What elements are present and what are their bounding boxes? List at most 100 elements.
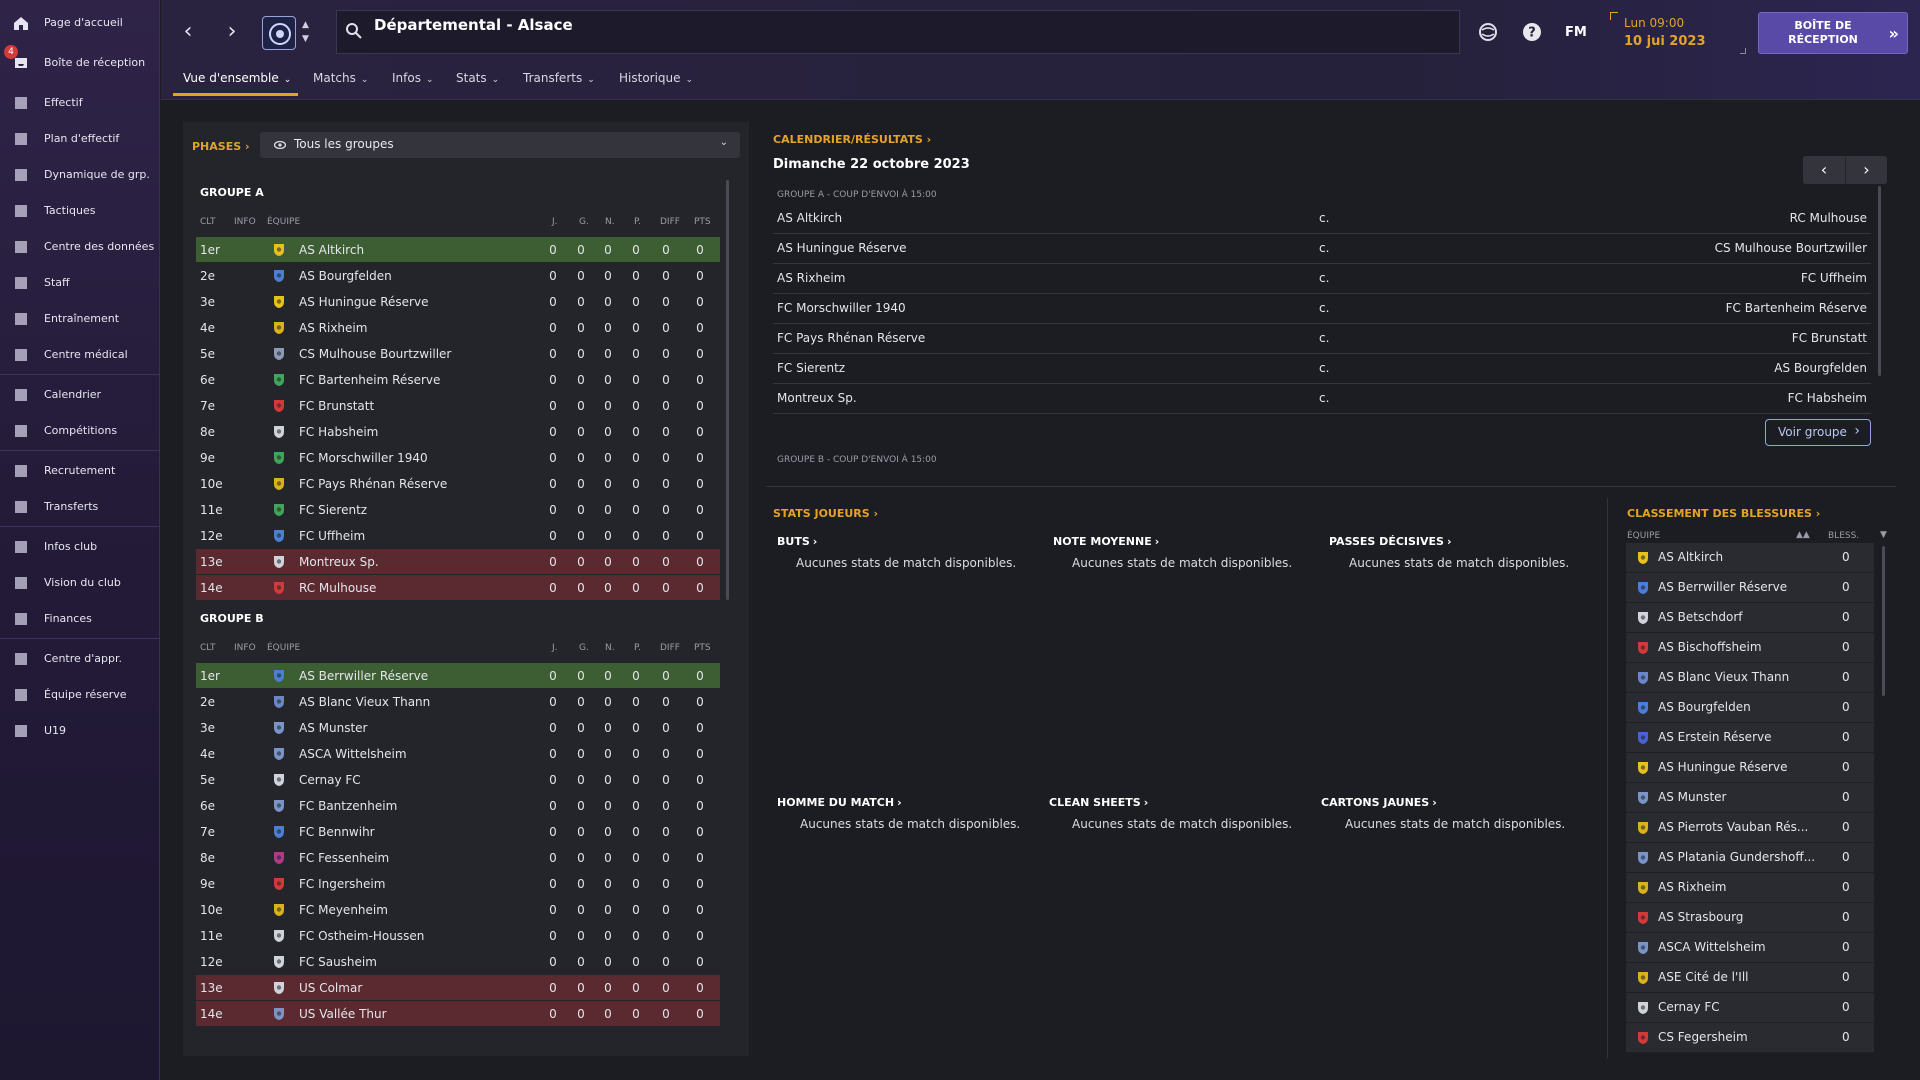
fixtures-prev-button[interactable]: ‹ bbox=[1803, 156, 1845, 184]
table-row[interactable]: 8e FC Fessenheim 0 0 0 0 0 0 bbox=[196, 845, 720, 870]
table-row[interactable]: 7e FC Bennwihr 0 0 0 0 0 0 bbox=[196, 819, 720, 844]
standings-scrollbar[interactable] bbox=[726, 180, 729, 600]
team-name-link[interactable]: FC Pays Rhénan Réserve bbox=[299, 477, 447, 491]
fixtures-results-link[interactable]: CALENDRIER/RÉSULTATS › bbox=[773, 133, 931, 146]
team-name-link[interactable]: FC Meyenheim bbox=[299, 903, 388, 917]
fixture-away-team[interactable]: FC Brunstatt bbox=[1792, 331, 1867, 345]
injuries-col-team[interactable]: ÉQUIPE bbox=[1627, 531, 1660, 541]
injury-row[interactable]: ASE Cité de l'Ill 0 bbox=[1626, 963, 1874, 993]
table-row[interactable]: 5e CS Mulhouse Bourtzwiller 0 0 0 0 0 0 bbox=[196, 341, 720, 366]
sidebar-item-data-hub[interactable]: Centre des données bbox=[0, 232, 160, 262]
forward-button[interactable]: › bbox=[218, 18, 246, 46]
injury-team-name[interactable]: AS Bourgfelden bbox=[1658, 700, 1751, 714]
sidebar-item-staff[interactable]: Staff bbox=[0, 268, 160, 298]
injury-row[interactable]: AS Bourgfelden 0 bbox=[1626, 693, 1874, 723]
sidebar-item-club-info[interactable]: Infos club bbox=[0, 532, 160, 562]
fixture-away-team[interactable]: FC Bartenheim Réserve bbox=[1726, 301, 1867, 315]
standings-col-header[interactable]: P. bbox=[634, 643, 641, 653]
fixture-row[interactable]: FC Pays Rhénan Réserve c. FC Brunstatt bbox=[773, 324, 1871, 354]
fm-menu-button[interactable]: FM bbox=[1565, 25, 1587, 40]
table-row[interactable]: 9e FC Morschwiller 1940 0 0 0 0 0 0 bbox=[196, 445, 720, 470]
team-name-link[interactable]: ASCA Wittelsheim bbox=[299, 747, 407, 761]
fixture-home-team[interactable]: AS Altkirch bbox=[777, 211, 842, 225]
injury-row[interactable]: AS Blanc Vieux Thann 0 bbox=[1626, 663, 1874, 693]
team-name-link[interactable]: AS Blanc Vieux Thann bbox=[299, 695, 430, 709]
tab-1[interactable]: Matchs ⌄ bbox=[313, 71, 368, 85]
injury-row[interactable]: ASCA Wittelsheim 0 bbox=[1626, 933, 1874, 963]
fixture-away-team[interactable]: FC Habsheim bbox=[1788, 391, 1867, 405]
injury-team-name[interactable]: AS Rixheim bbox=[1658, 880, 1726, 894]
injury-team-name[interactable]: AS Betschdorf bbox=[1658, 610, 1743, 624]
inbox-continue-button[interactable]: BOÎTE DE RÉCEPTION » bbox=[1758, 12, 1908, 54]
tab-4[interactable]: Transferts ⌄ bbox=[523, 71, 595, 85]
fixture-home-team[interactable]: AS Huningue Réserve bbox=[777, 241, 906, 255]
injury-team-name[interactable]: AS Bischoffsheim bbox=[1658, 640, 1762, 654]
table-row[interactable]: 3e AS Munster 0 0 0 0 0 0 bbox=[196, 715, 720, 740]
injury-row[interactable]: AS Rixheim 0 bbox=[1626, 873, 1874, 903]
team-name-link[interactable]: FC Bennwihr bbox=[299, 825, 375, 839]
tab-0[interactable]: Vue d'ensemble ⌄ bbox=[183, 71, 291, 85]
table-row[interactable]: 2e AS Blanc Vieux Thann 0 0 0 0 0 0 bbox=[196, 689, 720, 714]
table-row[interactable]: 13e US Colmar 0 0 0 0 0 0 bbox=[196, 975, 720, 1000]
team-name-link[interactable]: FC Ingersheim bbox=[299, 877, 385, 891]
fixture-home-team[interactable]: FC Pays Rhénan Réserve bbox=[777, 331, 925, 345]
sidebar-item-scouting[interactable]: Recrutement bbox=[0, 456, 160, 486]
team-name-link[interactable]: FC Fessenheim bbox=[299, 851, 389, 865]
table-row[interactable]: 6e FC Bantzenheim 0 0 0 0 0 0 bbox=[196, 793, 720, 818]
injury-row[interactable]: AS Strasbourg 0 bbox=[1626, 903, 1874, 933]
injuries-scrollbar[interactable] bbox=[1882, 546, 1885, 696]
team-name-link[interactable]: FC Uffheim bbox=[299, 529, 365, 543]
table-row[interactable]: 12e FC Uffheim 0 0 0 0 0 0 bbox=[196, 523, 720, 548]
injury-team-name[interactable]: AS Altkirch bbox=[1658, 550, 1723, 564]
team-name-link[interactable]: CS Mulhouse Bourtzwiller bbox=[299, 347, 451, 361]
injury-row[interactable]: AS Bischoffsheim 0 bbox=[1626, 633, 1874, 663]
stat-category-link[interactable]: CLEAN SHEETS › bbox=[1049, 796, 1148, 809]
standings-col-header[interactable]: G. bbox=[579, 643, 589, 653]
injury-row[interactable]: AS Huningue Réserve 0 bbox=[1626, 753, 1874, 783]
sidebar-item-reserve-team[interactable]: Équipe réserve bbox=[0, 680, 160, 710]
sidebar-item-home[interactable]: Page d'accueil bbox=[0, 8, 160, 38]
table-row[interactable]: 14e RC Mulhouse 0 0 0 0 0 0 bbox=[196, 575, 720, 600]
stat-category-link[interactable]: HOMME DU MATCH › bbox=[777, 796, 902, 809]
fixture-row[interactable]: FC Morschwiller 1940 c. FC Bartenheim Rése… bbox=[773, 294, 1871, 324]
standings-col-header[interactable]: PTS bbox=[694, 217, 711, 227]
team-name-link[interactable]: AS Altkirch bbox=[299, 243, 364, 257]
stat-category-link[interactable]: NOTE MOYENNE › bbox=[1053, 535, 1159, 548]
standings-col-header[interactable]: J. bbox=[552, 643, 558, 653]
injury-row[interactable]: AS Erstein Réserve 0 bbox=[1626, 723, 1874, 753]
injury-team-name[interactable]: ASE Cité de l'Ill bbox=[1658, 970, 1749, 984]
injury-team-name[interactable]: ASCA Wittelsheim bbox=[1658, 940, 1766, 954]
table-row[interactable]: 4e AS Rixheim 0 0 0 0 0 0 bbox=[196, 315, 720, 340]
table-row[interactable]: 8e FC Habsheim 0 0 0 0 0 0 bbox=[196, 419, 720, 444]
table-row[interactable]: 10e FC Meyenheim 0 0 0 0 0 0 bbox=[196, 897, 720, 922]
sidebar-item-calendar[interactable]: Calendrier bbox=[0, 380, 160, 410]
fixtures-next-button[interactable]: › bbox=[1845, 156, 1887, 184]
team-name-link[interactable]: US Colmar bbox=[299, 981, 362, 995]
game-date[interactable]: Lun 09:00 10 jui 2023 bbox=[1610, 12, 1746, 54]
injury-team-name[interactable]: CS Fegersheim bbox=[1658, 1030, 1748, 1044]
table-row[interactable]: 5e Cernay FC 0 0 0 0 0 0 bbox=[196, 767, 720, 792]
injury-team-name[interactable]: AS Strasbourg bbox=[1658, 910, 1743, 924]
team-name-link[interactable]: AS Huningue Réserve bbox=[299, 295, 428, 309]
team-name-link[interactable]: AS Rixheim bbox=[299, 321, 367, 335]
team-name-link[interactable]: FC Ostheim-Houssen bbox=[299, 929, 424, 943]
table-row[interactable]: 12e FC Sausheim 0 0 0 0 0 0 bbox=[196, 949, 720, 974]
sidebar-item-u19[interactable]: U19 bbox=[0, 716, 160, 746]
injury-row[interactable]: AS Altkirch 0 bbox=[1626, 543, 1874, 573]
team-name-link[interactable]: AS Berrwiller Réserve bbox=[299, 669, 428, 683]
injury-team-name[interactable]: AS Munster bbox=[1658, 790, 1726, 804]
fixture-away-team[interactable]: AS Bourgfelden bbox=[1774, 361, 1867, 375]
table-row[interactable]: 1er AS Berrwiller Réserve 0 0 0 0 0 0 bbox=[196, 663, 720, 688]
team-name-link[interactable]: FC Brunstatt bbox=[299, 399, 374, 413]
fixture-row[interactable]: AS Rixheim c. FC Uffheim bbox=[773, 264, 1871, 294]
standings-col-header[interactable]: CLT bbox=[200, 217, 216, 227]
fixture-row[interactable]: Montreux Sp. c. FC Habsheim bbox=[773, 384, 1871, 414]
standings-col-header[interactable]: PTS bbox=[694, 643, 711, 653]
injuries-col-count[interactable]: BLESS. bbox=[1828, 531, 1859, 541]
team-name-link[interactable]: FC Sausheim bbox=[299, 955, 377, 969]
player-stats-link[interactable]: STATS JOUEURS › bbox=[773, 507, 878, 520]
injury-team-name[interactable]: Cernay FC bbox=[1658, 1000, 1720, 1014]
stat-category-link[interactable]: CARTONS JAUNES › bbox=[1321, 796, 1437, 809]
fixture-away-team[interactable]: FC Uffheim bbox=[1801, 271, 1867, 285]
fixture-row[interactable]: FC Sierentz c. AS Bourgfelden bbox=[773, 354, 1871, 384]
